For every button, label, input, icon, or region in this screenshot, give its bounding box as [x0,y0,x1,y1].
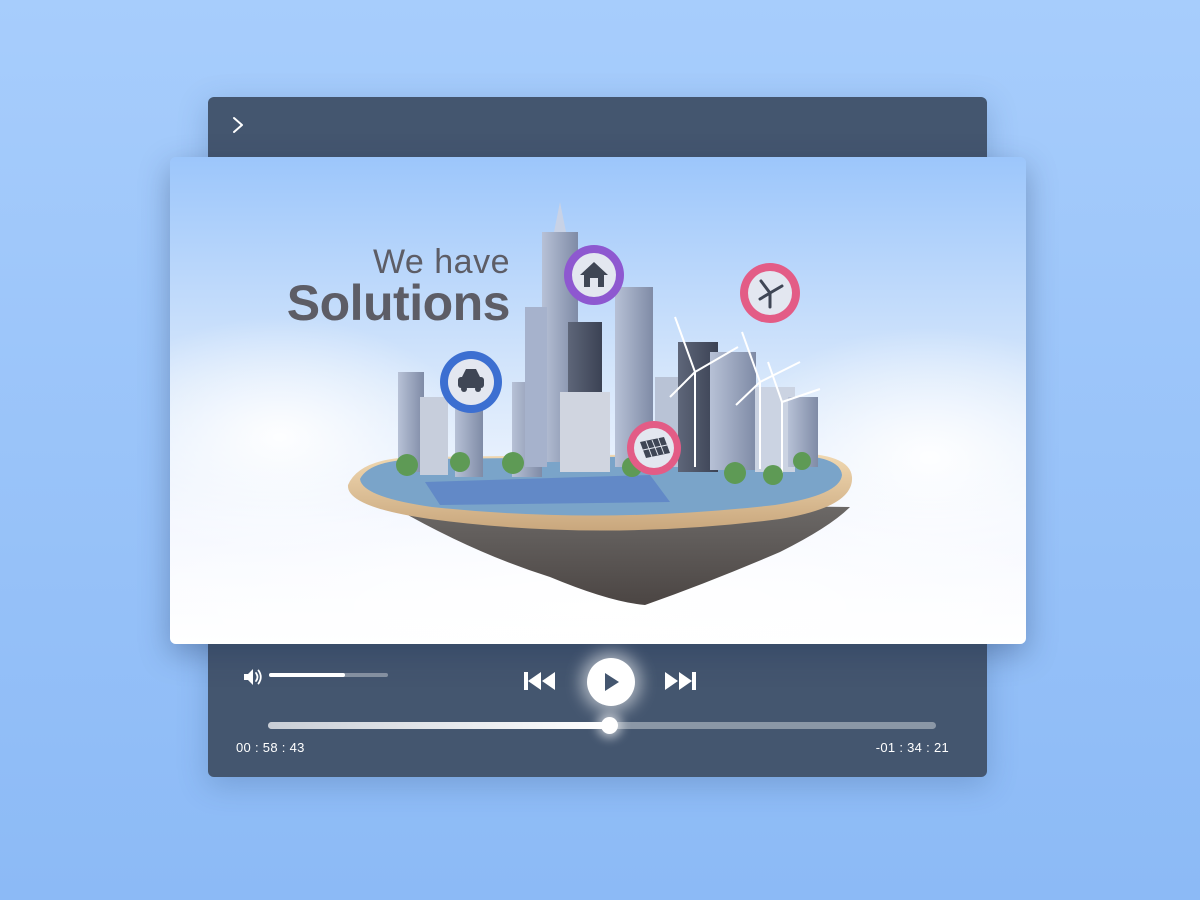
building [560,392,610,472]
skip-previous-icon [524,672,555,690]
seek-progress [268,722,609,729]
play-button[interactable] [587,658,635,706]
pin-car [440,351,502,413]
building [420,397,448,475]
skip-next-icon [665,672,696,690]
skip-previous-button[interactable] [520,668,560,694]
play-icon [605,673,619,691]
seek-handle[interactable] [600,717,618,734]
speaker-icon[interactable] [242,667,264,687]
volume-slider[interactable] [269,673,388,677]
building [710,352,756,470]
time-elapsed: 00 : 58 : 43 [236,740,305,755]
seek-bar[interactable] [268,717,936,734]
video-headline: We have Solutions [260,243,511,331]
chevron-right-icon[interactable] [226,113,250,137]
pin-wind [740,263,800,323]
building [525,307,547,467]
volume-level [269,673,346,677]
video-frame[interactable]: We have Solutions [170,157,1026,644]
tower-spire [554,202,566,232]
skip-next-button[interactable] [660,668,700,694]
video-scene [170,202,1026,644]
pin-house [564,245,624,305]
headline-line2: Solutions [286,275,511,331]
pin-solar [627,421,681,475]
time-remaining: -01 : 34 : 21 [875,740,949,755]
